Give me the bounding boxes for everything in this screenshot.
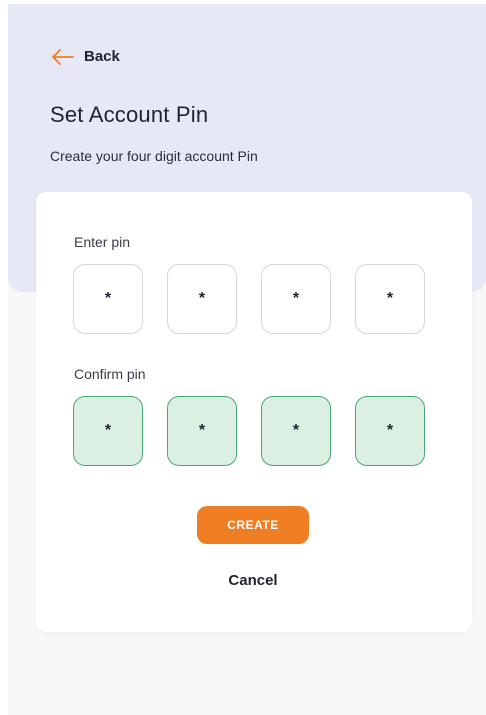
enter-pin-digit-2[interactable]: * (167, 264, 237, 334)
page-title: Set Account Pin (50, 102, 209, 127)
back-label: Back (84, 48, 120, 65)
cancel-button[interactable]: Cancel (197, 568, 309, 592)
enter-pin-row: * * * * (73, 264, 425, 334)
screen: Back Set Account Pin Create your four di… (0, 0, 486, 715)
confirm-pin-label: Confirm pin (74, 366, 146, 382)
enter-pin-label: Enter pin (74, 234, 131, 250)
app-view: Back Set Account Pin Create your four di… (8, 4, 486, 715)
enter-pin-digit-4[interactable]: * (355, 264, 425, 334)
confirm-pin-digit-4[interactable]: * (355, 396, 425, 466)
page-subtitle: Create your four digit account Pin (50, 148, 258, 164)
confirm-pin-row: * * * * (73, 396, 425, 466)
pin-card: Enter pin * * * * Confirm pin * * * * CR… (36, 192, 472, 632)
confirm-pin-digit-3[interactable]: * (261, 396, 331, 466)
enter-pin-digit-1[interactable]: * (73, 264, 143, 334)
enter-pin-digit-3[interactable]: * (261, 264, 331, 334)
arrow-left-icon (52, 48, 74, 65)
back-button[interactable]: Back (52, 48, 120, 65)
create-button[interactable]: CREATE (197, 506, 309, 544)
confirm-pin-digit-2[interactable]: * (167, 396, 237, 466)
confirm-pin-digit-1[interactable]: * (73, 396, 143, 466)
